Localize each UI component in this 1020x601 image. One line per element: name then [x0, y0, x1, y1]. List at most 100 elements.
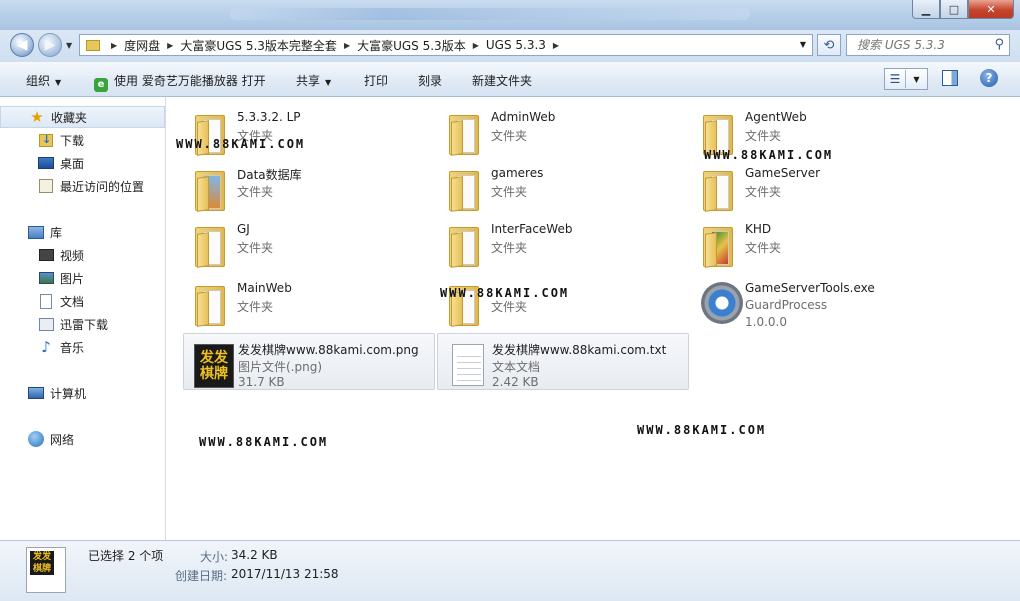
sidebar-item-label: 下载: [60, 133, 85, 148]
watermark-text: WWW.88KAMI.COM: [440, 286, 570, 300]
file-type: 图片文件(.png): [238, 360, 323, 374]
file-tile[interactable]: MainWeb 文件夹: [183, 274, 435, 330]
folder-icon: [697, 163, 743, 212]
star-icon: ★: [30, 108, 44, 126]
sidebar-item-libraries[interactable]: 库: [0, 221, 193, 243]
search-box[interactable]: ⚲: [846, 34, 1010, 56]
selection-thumbnail-icon: 发发 棋牌: [26, 547, 66, 593]
size-label: 大小:: [200, 550, 229, 564]
file-tile[interactable]: GameServerTools.exe GuardProcess 1.0.0.0: [691, 274, 943, 330]
video-icon: [38, 249, 54, 261]
file-type: 文件夹: [745, 129, 782, 143]
document-icon: [40, 293, 52, 309]
file-tile[interactable]: 文件夹: [437, 274, 689, 330]
file-tile[interactable]: GJ 文件夹: [183, 215, 435, 271]
folder-icon: [189, 219, 235, 268]
sidebar-item-label: 库: [50, 225, 63, 240]
file-type: 文件夹: [237, 300, 274, 314]
maximize-button[interactable]: □: [940, 0, 968, 19]
watermark-text: WWW.88KAMI.COM: [704, 148, 834, 162]
print-button[interactable]: 打印: [364, 72, 388, 89]
gear-icon: [697, 278, 743, 326]
size-value: 34.2 KB: [231, 548, 278, 562]
address-bar[interactable]: ▶ 度网盘 ▶ 大富豪UGS 5.3版本完整全套 ▶ 大富豪UGS 5.3版本 …: [79, 34, 813, 56]
folder-icon: [86, 39, 100, 51]
file-name: gameres: [491, 166, 544, 180]
desktop-icon: [38, 157, 54, 169]
breadcrumb-item[interactable]: 度网盘: [124, 37, 160, 54]
recent-pages-dropdown[interactable]: ▼: [66, 41, 72, 50]
file-type: 文本文档: [492, 360, 541, 374]
chevron-right-icon[interactable]: ▶: [167, 41, 173, 50]
watermark-text: WWW.88KAMI.COM: [637, 423, 767, 437]
view-icon[interactable]: ☰: [885, 69, 905, 89]
sidebar-item-label: 迅雷下载: [60, 317, 109, 332]
breadcrumb-item[interactable]: 大富豪UGS 5.3版本: [357, 37, 466, 54]
chevron-right-icon[interactable]: ▶: [553, 41, 559, 50]
file-tile[interactable]: Data数据库 文件夹: [183, 159, 435, 215]
help-button[interactable]: ?: [980, 69, 998, 87]
burn-button[interactable]: 刻录: [418, 72, 442, 89]
file-tile[interactable]: gameres 文件夹: [437, 159, 689, 215]
refresh-button[interactable]: ⟲: [817, 34, 841, 56]
forward-button[interactable]: ▶: [38, 33, 62, 57]
sidebar-item-network[interactable]: 网络: [0, 428, 193, 450]
close-button[interactable]: ✕: [968, 0, 1014, 19]
breadcrumb-item[interactable]: UGS 5.3.3: [486, 38, 546, 52]
recent-places-icon: [39, 179, 53, 193]
file-tile[interactable]: 发发棋牌www.88kami.com.txt 文本文档 2.42 KB: [437, 333, 689, 390]
file-type: 文件夹: [237, 241, 274, 255]
png-icon-text: 棋牌: [200, 366, 228, 382]
sidebar-item-label: 收藏夹: [51, 110, 88, 125]
file-name: GJ: [237, 222, 250, 236]
preview-pane-button[interactable]: [942, 70, 958, 86]
sidebar-item-label: 图片: [60, 271, 85, 286]
file-name: AgentWeb: [745, 110, 807, 124]
open-with-button[interactable]: e 使用 爱奇艺万能播放器 打开: [94, 72, 266, 92]
file-tile[interactable]: AdminWeb 文件夹: [437, 103, 689, 159]
folder-icon: [443, 219, 489, 268]
file-tile[interactable]: KHD 文件夹: [691, 215, 943, 271]
title-bar: ▁ □ ✕: [0, 0, 1020, 30]
title-blur: [230, 8, 750, 20]
file-list: 5.3.3.2. LP 文件夹 AdminWeb 文件夹 AgentWeb 文件…: [167, 97, 1020, 540]
address-dropdown-icon[interactable]: ▼: [800, 40, 806, 49]
file-tile[interactable]: InterFaceWeb 文件夹: [437, 215, 689, 271]
file-size: 2.42 KB: [492, 375, 539, 389]
navigation-pane: ★ 收藏夹 下载 桌面 最近访问的位置 库 视频 图片 文档 迅雷下载 ♪ 音乐…: [0, 97, 166, 540]
search-icon[interactable]: ⚲: [994, 37, 1004, 52]
arrow-left-icon: ◀: [16, 37, 28, 53]
network-icon: [28, 431, 44, 447]
change-view-button[interactable]: ☰ ▼: [884, 68, 928, 90]
back-button[interactable]: ◀: [10, 33, 34, 57]
chevron-down-icon[interactable]: ▼: [906, 75, 927, 84]
file-tile[interactable]: 发发 棋牌 发发棋牌www.88kami.com.png 图片文件(.png) 3…: [183, 333, 435, 390]
command-bar: 组织 ▼ e 使用 爱奇艺万能播放器 打开 共享 ▼ 打印 刻录 新建文件夹 ☰ ▼ …: [0, 62, 1020, 97]
sidebar-item-label: 音乐: [60, 340, 85, 355]
file-type: 文件夹: [491, 241, 528, 255]
sidebar-item-favorites[interactable]: ★ 收藏夹: [0, 106, 165, 128]
file-tile[interactable]: GameServer 文件夹: [691, 159, 943, 215]
chevron-right-icon[interactable]: ▶: [473, 41, 479, 50]
share-menu[interactable]: 共享 ▼: [296, 72, 331, 89]
file-name: AdminWeb: [491, 110, 556, 124]
chevron-right-icon[interactable]: ▶: [111, 41, 117, 50]
breadcrumb-item[interactable]: 大富豪UGS 5.3版本完整全套: [180, 37, 337, 54]
new-folder-button[interactable]: 新建文件夹: [472, 72, 532, 89]
window-controls: ▁ □ ✕: [912, 0, 1014, 19]
file-name: MainWeb: [237, 281, 292, 295]
arrow-right-icon: ▶: [44, 37, 56, 53]
file-size: 31.7 KB: [238, 375, 285, 389]
sidebar-item-computer[interactable]: 计算机: [0, 382, 193, 404]
text-file-icon: [444, 338, 490, 386]
computer-icon: [28, 387, 44, 399]
minimize-button[interactable]: ▁: [912, 0, 940, 19]
file-version: 1.0.0.0: [745, 315, 787, 329]
refresh-icon: ⟲: [823, 37, 835, 53]
chevron-right-icon[interactable]: ▶: [344, 41, 350, 50]
organize-menu[interactable]: 组织 ▼: [26, 72, 61, 89]
folder-icon: [443, 107, 489, 156]
file-name: GameServer: [745, 166, 821, 180]
search-input[interactable]: [855, 37, 989, 53]
sidebar-item-label: 计算机: [50, 386, 87, 401]
